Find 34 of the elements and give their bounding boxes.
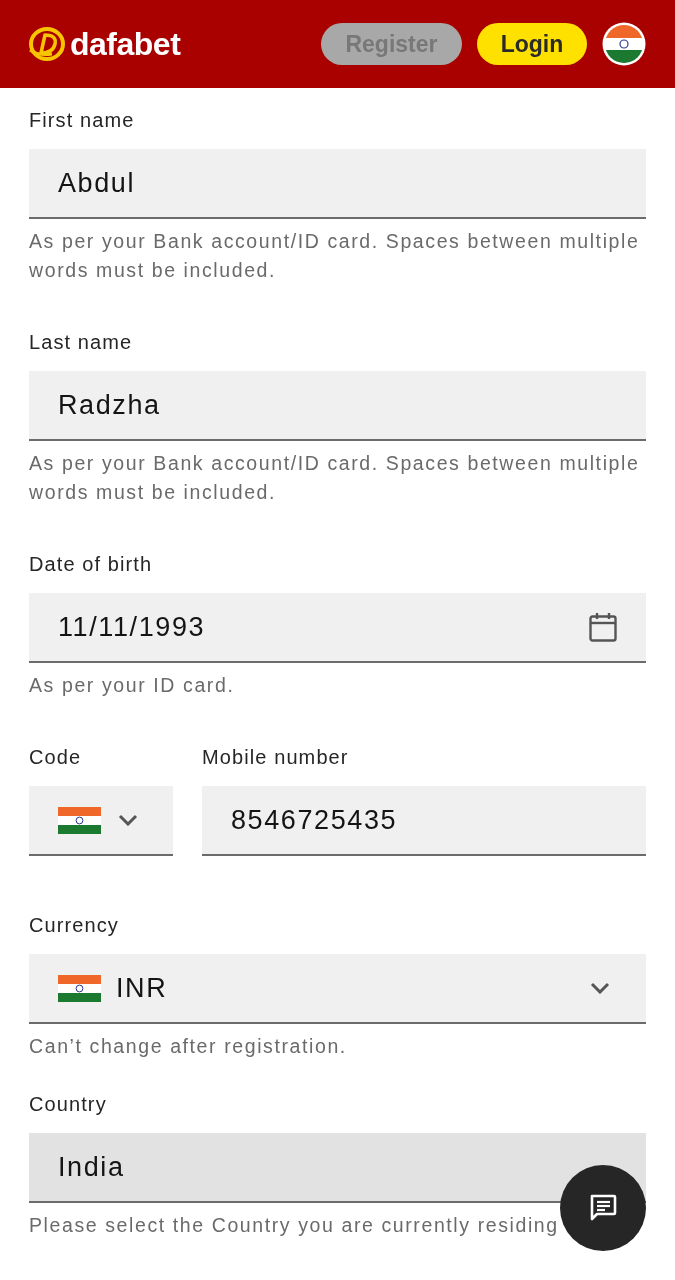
help-text: Can’t change after registration. bbox=[29, 1034, 348, 1059]
login-button[interactable]: Login bbox=[477, 23, 587, 65]
country-code-select[interactable] bbox=[29, 786, 173, 856]
field-label: Code bbox=[29, 745, 83, 769]
input-field[interactable]: Radzha bbox=[29, 371, 646, 441]
field-label: First name bbox=[29, 108, 136, 132]
dropdown-field[interactable]: INR bbox=[29, 954, 646, 1024]
calendar-icon[interactable] bbox=[589, 612, 617, 642]
field-label: Date of birth bbox=[29, 552, 154, 576]
help-text: As per your Bank account/ID card. Spaces between multiple words must be included. bbox=[29, 229, 641, 283]
field-value: 11/11/1993 bbox=[58, 611, 206, 643]
date-field[interactable]: 11/11/1993 bbox=[29, 593, 646, 663]
field-value: India bbox=[58, 1151, 125, 1183]
flag-icon[interactable] bbox=[602, 22, 646, 66]
logo-icon[interactable] bbox=[28, 26, 68, 62]
help-text: As per your Bank account/ID card. Spaces between multiple words must be included. bbox=[29, 451, 641, 505]
field-label: Country bbox=[29, 1092, 108, 1116]
field-value: INR bbox=[116, 972, 168, 1004]
field-value: Abdul bbox=[58, 167, 136, 199]
phone-field[interactable]: 8546725435 bbox=[202, 786, 646, 856]
brand-name: dafabet bbox=[70, 26, 181, 62]
help-text: As per your ID card. bbox=[29, 673, 236, 698]
caret-icon bbox=[590, 982, 610, 994]
field-value: Radzha bbox=[58, 389, 161, 421]
field-label: Currency bbox=[29, 913, 120, 937]
flag-icon bbox=[58, 806, 101, 834]
chat-icon bbox=[589, 1194, 617, 1222]
field-label: Mobile number bbox=[202, 745, 350, 769]
help-text: Please select the Country you are currently residing bbox=[29, 1213, 560, 1238]
input-field[interactable]: Abdul bbox=[29, 149, 646, 219]
caret-icon bbox=[118, 814, 138, 826]
field-label: Last name bbox=[29, 330, 134, 354]
flag-icon bbox=[58, 974, 101, 1002]
field-value: 8546725435 bbox=[231, 804, 398, 836]
